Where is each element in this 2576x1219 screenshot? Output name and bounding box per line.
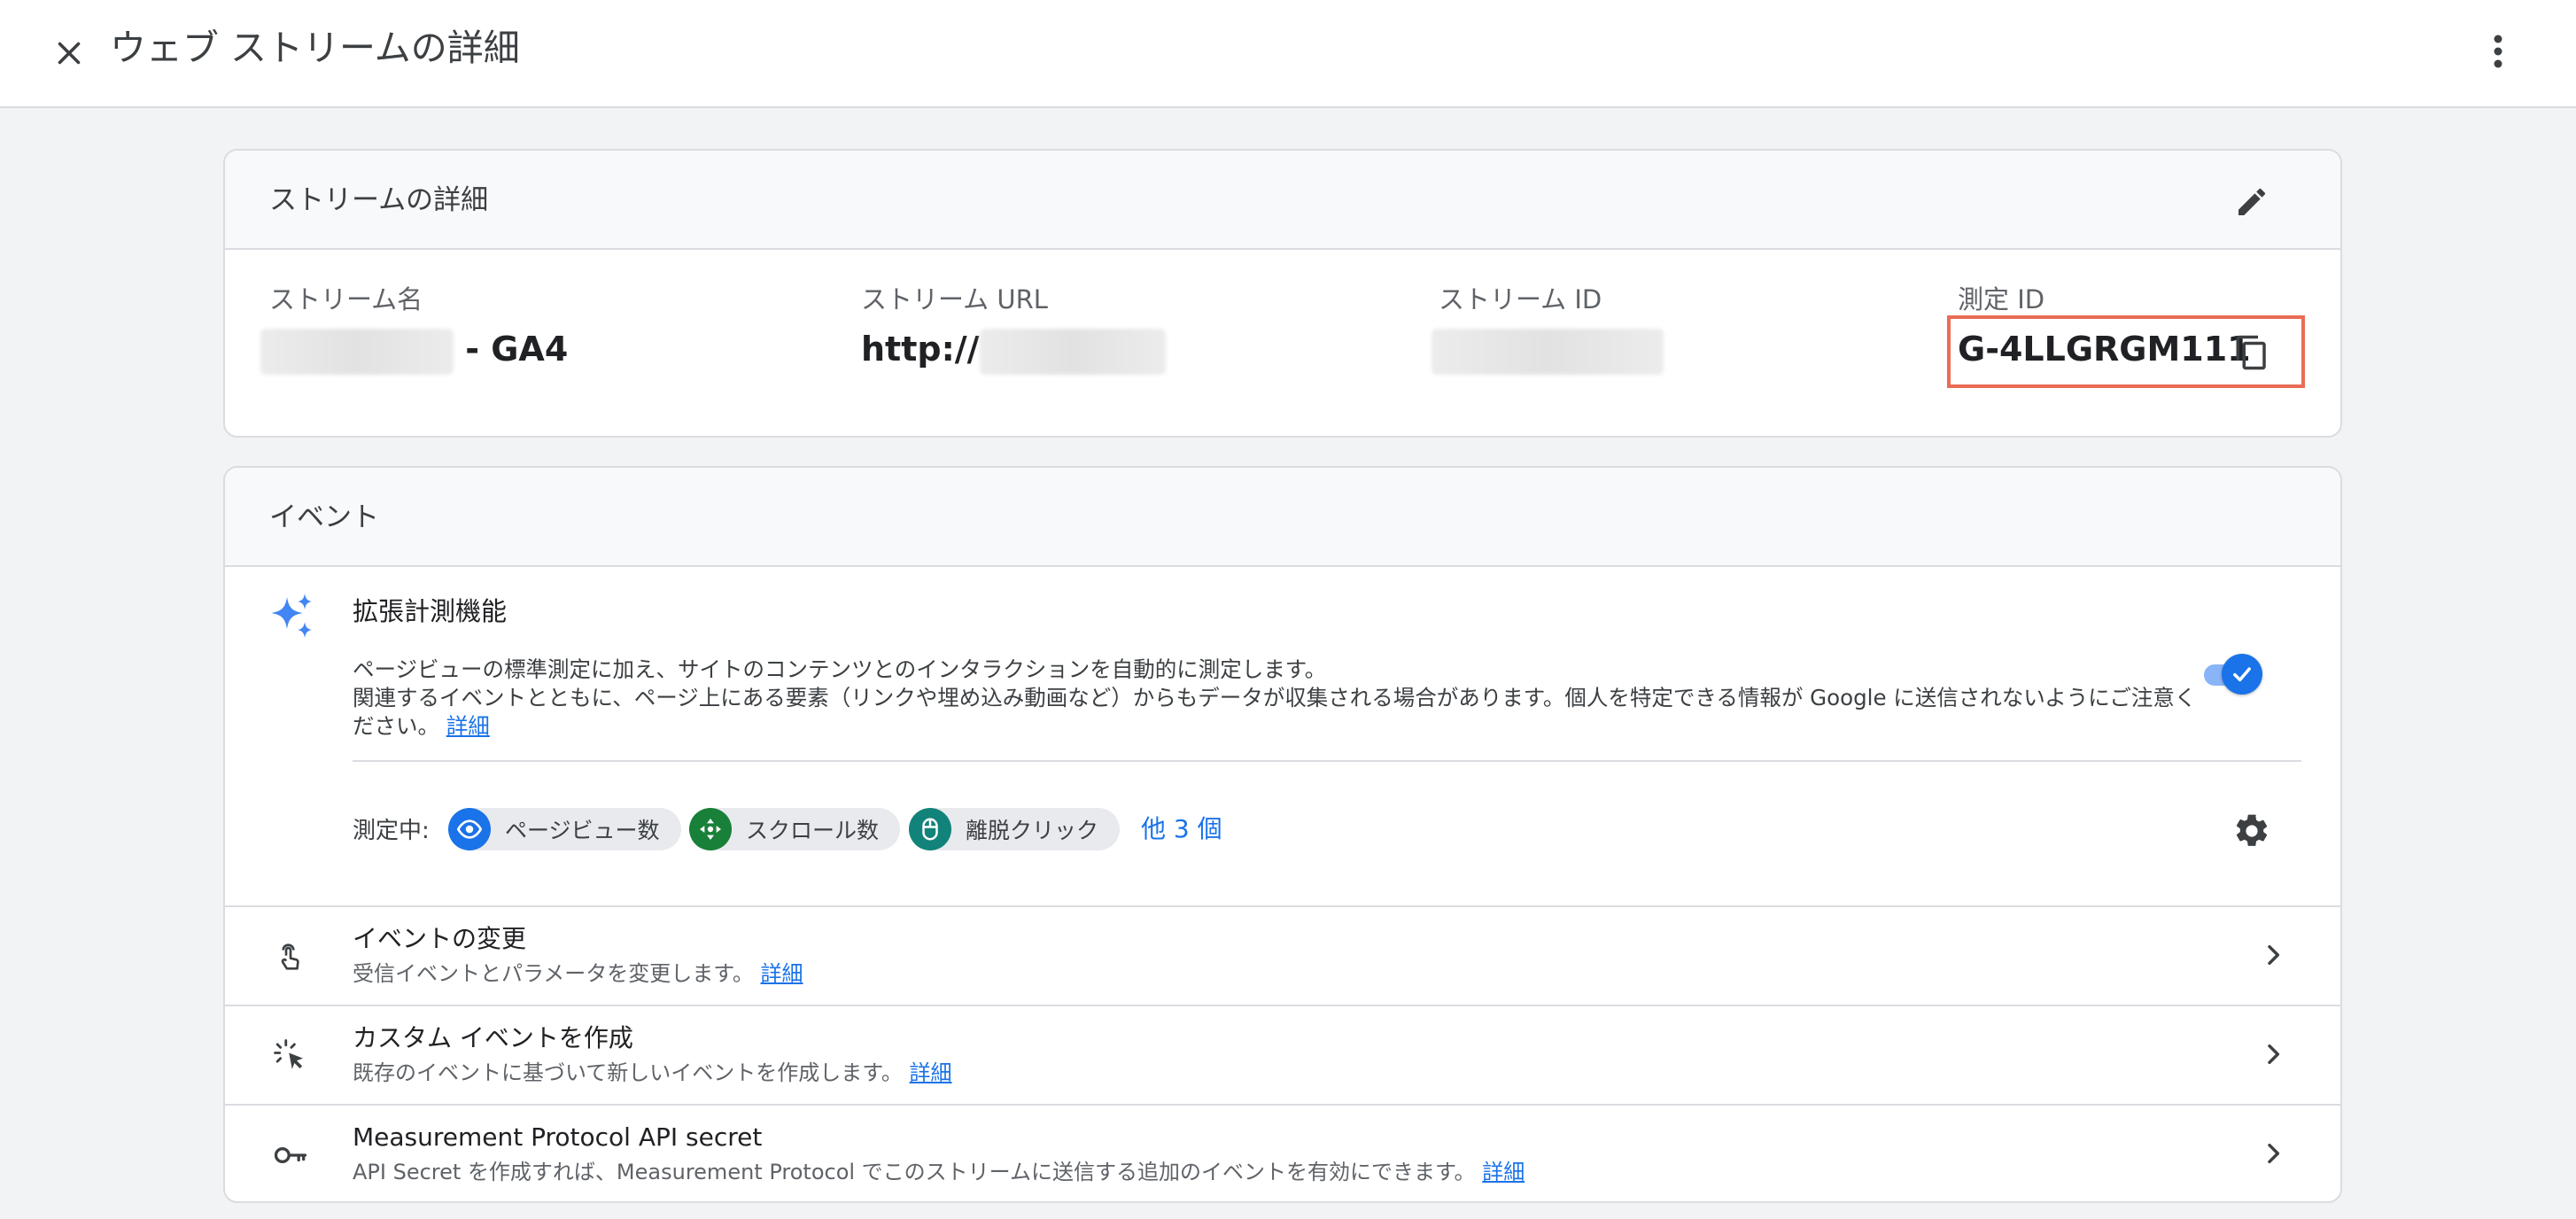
scroll-icon [689, 808, 732, 850]
stream-url-label: ストリーム URL [861, 284, 1048, 314]
chevron-right-icon [2252, 934, 2294, 976]
check-icon [2233, 667, 2251, 682]
chip-outbound-clicks[interactable]: 離脱クリック [909, 808, 1121, 850]
key-icon [266, 1130, 315, 1180]
touch-icon [266, 932, 315, 982]
modify-events-row[interactable]: イベントの変更 受信イベントとパラメータを変更します。 詳細 [225, 905, 2340, 1005]
measuring-label: 測定中: [353, 818, 430, 844]
pencil-icon [2238, 188, 2266, 215]
card-title: ストリームの詳細 [269, 184, 489, 216]
measurement-protocol-row[interactable]: Measurement Protocol API secret API Secr… [225, 1104, 2340, 1201]
description-text: 関連するイベントとともに、ページ上にある要素（リンクや埋め込み動画など）からもデ… [353, 685, 2197, 739]
row-subtitle-text: 受信イベントとパラメータを変更します。 [353, 961, 754, 986]
row-subtitle: 既存のイベントに基づいて新しいイベントを作成します。 詳細 [353, 1058, 952, 1088]
stream-id-label: ストリーム ID [1439, 284, 1602, 314]
stream-details-card: ストリームの詳細 ストリーム名 - GA4 ストリーム URL http:// … [223, 149, 2342, 438]
row-subtitle-text: 既存のイベントに基づいて新しいイベントを作成します。 [353, 1060, 903, 1085]
row-title: カスタム イベントを作成 [353, 1023, 633, 1052]
more-vert-icon [2494, 35, 2502, 68]
chip-label: スクロール数 [746, 818, 880, 843]
gear-icon [2236, 814, 2268, 846]
top-app-bar: ウェブ ストリームの詳細 [0, 0, 2576, 108]
close-icon [58, 42, 81, 65]
page-title: ウェブ ストリームの詳細 [110, 27, 520, 69]
row-title: イベントの変更 [353, 924, 527, 953]
row-subtitle: API Secret を作成すれば、Measurement Protocol で… [353, 1157, 1525, 1187]
events-card: イベント 拡張計測機能 ページビューの標準測定に加え、サイトのコンテンツとのイン… [223, 466, 2342, 1203]
stream-id-value [1432, 326, 1664, 375]
chip-scrolls[interactable]: スクロール数 [689, 808, 901, 850]
create-custom-event-row[interactable]: カスタム イベントを作成 既存のイベントに基づいて新しいイベントを作成します。 … [225, 1005, 2340, 1104]
enhanced-measurement-description: ページビューの標準測定に加え、サイトのコンテンツとのインタラクションを自動的に測… [353, 656, 2340, 741]
redacted-stream-url [979, 328, 1166, 375]
row-subtitle-text: API Secret を作成すれば、Measurement Protocol で… [353, 1160, 1476, 1184]
redacted-stream-id [1432, 328, 1664, 375]
toggle-knob [2222, 654, 2262, 695]
enhanced-measurement-toggle[interactable] [2199, 652, 2266, 695]
chevron-right-icon [2252, 1033, 2294, 1075]
more-options-button[interactable] [2477, 27, 2519, 76]
close-button[interactable] [46, 30, 92, 76]
learn-more-link[interactable]: 詳細 [910, 1060, 952, 1085]
click-cursor-icon [266, 1031, 315, 1081]
more-chips-link[interactable]: 他 3 個 [1141, 811, 1222, 847]
learn-more-link[interactable]: 詳細 [446, 713, 490, 739]
row-title: Measurement Protocol API secret [353, 1122, 763, 1152]
eye-icon [448, 808, 491, 850]
redacted-stream-name [260, 328, 454, 375]
edit-button[interactable] [2229, 179, 2275, 225]
stream-name-value: - GA4 [260, 326, 568, 375]
settings-button[interactable] [2229, 808, 2275, 854]
stream-name-suffix: - GA4 [465, 330, 569, 369]
chevron-right-icon [2252, 1132, 2294, 1175]
mouse-icon [909, 808, 951, 850]
sparkle-icon [271, 594, 312, 638]
description-line-1: ページビューの標準測定に加え、サイトのコンテンツとのインタラクションを自動的に測… [353, 656, 1327, 682]
stream-name-label: ストリーム名 [269, 284, 423, 314]
card-title: イベント [269, 501, 379, 533]
card-header: ストリームの詳細 [225, 151, 2340, 250]
description-line-2: 関連するイベントとともに、ページ上にある要素（リンクや埋め込み動画など）からもデ… [353, 684, 2204, 741]
learn-more-link[interactable]: 詳細 [1482, 1160, 1525, 1184]
copy-button[interactable] [2231, 330, 2273, 376]
measurement-id-label: 測定 ID [1958, 284, 2045, 314]
card-header: イベント [225, 468, 2340, 567]
stream-url-value: http:// [861, 326, 1166, 375]
chip-label: ページビュー数 [505, 818, 660, 843]
stream-url-prefix: http:// [861, 330, 980, 369]
divider [353, 760, 2301, 762]
chip-page-views[interactable]: ページビュー数 [448, 808, 681, 850]
chip-label: 離脱クリック [966, 818, 1099, 843]
row-subtitle: 受信イベントとパラメータを変更します。 詳細 [353, 959, 803, 989]
enhanced-measurement-title: 拡張計測機能 [353, 596, 508, 626]
learn-more-link[interactable]: 詳細 [761, 961, 803, 986]
copy-icon [2236, 335, 2266, 370]
